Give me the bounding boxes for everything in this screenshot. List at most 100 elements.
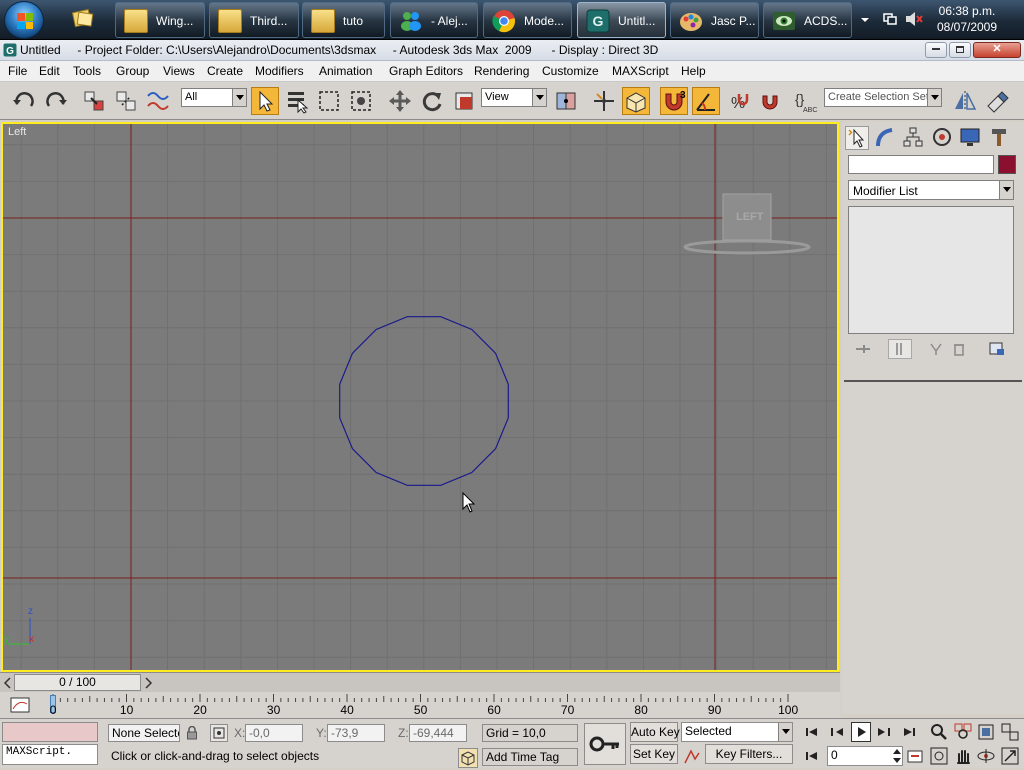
show-desktop-icon[interactable] (70, 7, 96, 31)
undo-button[interactable] (10, 87, 38, 115)
selection-lock-icon[interactable] (186, 725, 198, 743)
pan-view-button[interactable] (954, 747, 972, 765)
x-coordinate-field[interactable]: -0,0 (245, 724, 303, 742)
select-object-button[interactable] (251, 87, 279, 115)
mirror-button[interactable] (951, 87, 979, 115)
zoom-extents-button[interactable] (977, 723, 995, 741)
orbit-button[interactable] (977, 747, 995, 765)
bind-to-space-warp-button[interactable] (144, 87, 172, 115)
redo-button[interactable] (42, 87, 70, 115)
angle-snap-toggle-button[interactable] (692, 87, 720, 115)
modifier-list-dropdown[interactable]: Modifier List (848, 180, 1014, 200)
modifier-stack-list[interactable] (848, 206, 1014, 334)
taskbar-item-wing[interactable]: Wing... (115, 2, 205, 38)
align-button[interactable] (983, 87, 1011, 115)
unlink-selection-button[interactable] (112, 87, 140, 115)
pin-stack-icon[interactable] (854, 341, 872, 360)
time-slider-next-button[interactable] (142, 675, 154, 691)
spinner-snap-toggle-button[interactable] (756, 87, 784, 115)
viewport-left[interactable]: Left LEFT z y x (1, 122, 839, 672)
close-button[interactable]: ✕ (973, 42, 1021, 58)
previous-frame-button[interactable] (828, 723, 846, 741)
remove-modifier-icon[interactable] (951, 341, 967, 360)
motion-panel-tab[interactable] (931, 126, 955, 150)
y-coordinate-field[interactable]: -73,9 (327, 724, 385, 742)
time-slider-prev-button[interactable] (2, 675, 14, 691)
menu-views[interactable]: Views (163, 64, 195, 78)
configure-modifier-sets-icon[interactable] (988, 341, 1006, 360)
maximize-viewport-toggle-button[interactable] (1001, 747, 1019, 765)
selection-filter-dropdown[interactable]: All (181, 88, 247, 107)
reference-coordinate-dropdown[interactable]: View (481, 88, 547, 107)
snaps-toggle-button[interactable]: 3 (660, 87, 688, 115)
go-to-start-button[interactable] (803, 723, 821, 741)
zoom-button[interactable] (930, 723, 948, 741)
select-and-scale-button[interactable] (450, 87, 478, 115)
taskbar-item-third[interactable]: Third... (209, 2, 299, 38)
show-end-result-button[interactable] (888, 339, 912, 359)
volume-muted-icon[interactable] (905, 11, 923, 30)
time-tag-button[interactable] (458, 748, 478, 768)
select-and-manipulate-button[interactable] (590, 87, 618, 115)
select-and-move-button[interactable] (386, 87, 414, 115)
maxscript-mini-listener-top[interactable] (2, 722, 98, 742)
app-icon[interactable]: G (3, 43, 17, 60)
auto-key-button[interactable]: Auto Key (630, 722, 680, 742)
object-color-swatch[interactable] (998, 155, 1016, 174)
key-mode-toggle-button[interactable] (803, 747, 821, 765)
z-coordinate-field[interactable]: -69,444 (409, 724, 467, 742)
viewcube[interactable]: LEFT (683, 190, 813, 263)
taskbar-item-acdsee[interactable]: ACDS... (763, 2, 852, 38)
rectangular-selection-region-button[interactable] (315, 87, 343, 115)
keyboard-shortcut-override-button[interactable] (622, 87, 650, 115)
window-crossing-button[interactable] (347, 87, 375, 115)
zoom-all-button[interactable] (954, 723, 972, 741)
maxscript-mini-listener[interactable]: MAXScript. (2, 744, 98, 765)
menu-customize[interactable]: Customize (542, 64, 599, 78)
menu-modifiers[interactable]: Modifiers (255, 64, 304, 78)
minimize-button[interactable] (925, 42, 947, 58)
absolute-mode-transform-button[interactable] (210, 724, 228, 742)
play-button[interactable] (851, 722, 871, 742)
named-selection-set-dropdown[interactable]: Create Selection Set (824, 88, 942, 107)
menu-create[interactable]: Create (207, 64, 243, 78)
object-name-field[interactable] (848, 155, 994, 174)
viewport-label[interactable]: Left (8, 126, 26, 138)
menu-file[interactable]: File (8, 64, 27, 78)
key-mode-dropdown[interactable]: Selected (681, 722, 793, 742)
hierarchy-panel-tab[interactable] (902, 126, 926, 150)
edit-named-selection-sets-button[interactable]: {} ABC (792, 87, 820, 115)
taskbar-item-chrome[interactable]: Mode... (483, 2, 572, 38)
menu-tools[interactable]: Tools (73, 64, 101, 78)
menu-edit[interactable]: Edit (39, 64, 60, 78)
start-button[interactable] (4, 1, 44, 39)
restore-button[interactable] (949, 42, 971, 58)
tray-overflow-chevron-icon[interactable] (860, 14, 870, 28)
taskbar-item-messenger[interactable]: - Alej... (390, 2, 478, 38)
create-panel-tab[interactable] (845, 126, 869, 150)
set-key-button[interactable]: Set Key (630, 744, 678, 764)
modify-panel-tab[interactable] (874, 126, 898, 150)
network-icon[interactable] (882, 11, 898, 30)
time-slider[interactable]: 0 / 100 (0, 672, 840, 692)
time-slider-thumb[interactable]: 0 / 100 (14, 674, 141, 691)
menu-rendering[interactable]: Rendering (474, 64, 529, 78)
default-in-out-tangents-icon[interactable] (683, 747, 701, 768)
select-by-name-button[interactable] (283, 87, 311, 115)
select-and-rotate-button[interactable] (418, 87, 446, 115)
menu-graph-editors[interactable]: Graph Editors (389, 64, 463, 78)
select-and-link-button[interactable] (80, 87, 108, 115)
frame-spinner[interactable] (891, 746, 903, 766)
menu-help[interactable]: Help (681, 64, 706, 78)
taskbar-item-3dsmax[interactable]: G Untitl... (577, 2, 666, 38)
add-time-tag-field[interactable]: Add Time Tag (482, 748, 578, 766)
field-of-view-button[interactable] (930, 747, 948, 765)
circle-shape[interactable] (334, 311, 514, 491)
time-configuration-button[interactable] (906, 747, 924, 765)
menu-animation[interactable]: Animation (319, 64, 372, 78)
taskbar-item-tuto[interactable]: tuto (302, 2, 385, 38)
menu-maxscript[interactable]: MAXScript (612, 64, 669, 78)
zoom-extents-all-button[interactable] (1001, 723, 1019, 741)
next-frame-button[interactable] (875, 723, 893, 741)
make-unique-icon[interactable] (928, 341, 944, 360)
